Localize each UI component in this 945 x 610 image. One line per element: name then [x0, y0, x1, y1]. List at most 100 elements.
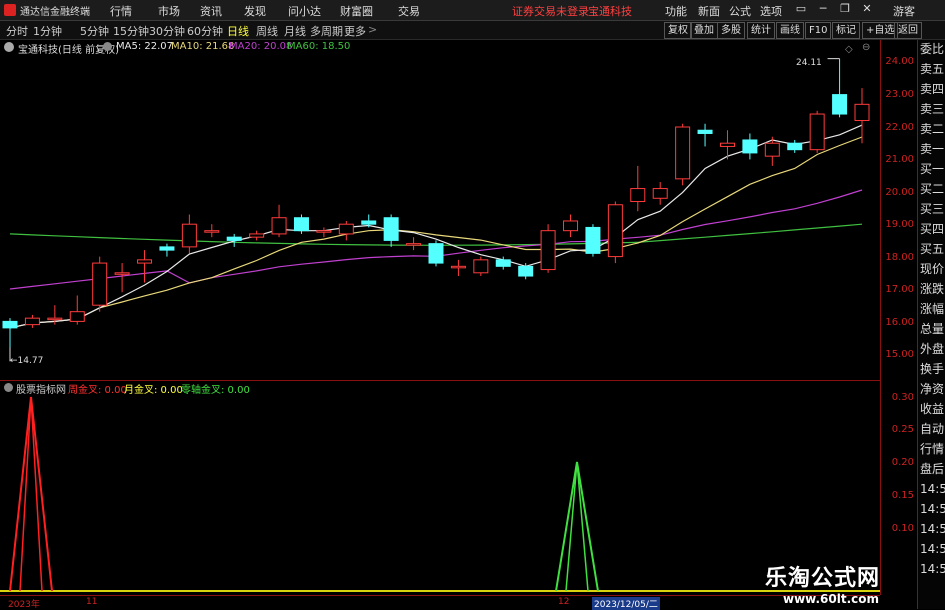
weekly-cross-spike-inner — [19, 396, 43, 592]
sidebar-item: 委比 — [920, 42, 945, 56]
menu-wealth[interactable]: 财富圈 — [340, 3, 373, 19]
close-icon[interactable]: ✕ — [859, 1, 875, 17]
menu-options[interactable]: 选项 — [760, 3, 782, 19]
ind-ytick: 0.30 — [891, 392, 914, 403]
restore-icon[interactable]: ❐ — [837, 1, 853, 17]
ind-ytick: 0.15 — [891, 490, 914, 501]
chevron-right-icon[interactable]: > — [368, 23, 377, 36]
period-multi[interactable]: 多周期 — [310, 23, 343, 39]
tool-back[interactable]: 返回 — [894, 22, 922, 39]
tool-mark[interactable]: 标记 — [832, 22, 860, 39]
period-15min[interactable]: 15分钟 — [113, 23, 149, 39]
tool-overlay[interactable]: 叠加 — [690, 22, 718, 39]
sidebar-item: 收益 — [920, 402, 945, 416]
sidebar-item: 卖五 — [920, 62, 945, 76]
period-more[interactable]: 更多 — [344, 23, 366, 39]
xlabel-year: 2023年 — [8, 600, 40, 610]
sidebar-item: 行情 — [920, 442, 945, 456]
ind-ytick: 0.10 — [891, 523, 914, 534]
menu-market[interactable]: 市场 — [158, 3, 180, 19]
candle-body — [675, 126, 691, 180]
candle-body — [630, 188, 646, 203]
tool-f10[interactable]: F10 — [805, 22, 832, 39]
guest-label[interactable]: 游客 — [893, 3, 915, 19]
period-60min[interactable]: 60分钟 — [187, 23, 223, 39]
indicator-panel[interactable]: 股票指标网 周金叉: 0.00 月金叉: 0.00 零轴金叉: 0.00 — [0, 381, 880, 594]
kline-chart — [2, 58, 870, 362]
xlabel-nov: 11 — [86, 597, 98, 607]
candle-body — [24, 317, 40, 326]
tool-add-watch[interactable]: +自选 — [862, 22, 899, 39]
tool-multi-stock[interactable]: 多股 — [717, 22, 745, 39]
sidebar-item: 涨幅 — [920, 302, 945, 316]
weekly-cross-spike-outer — [9, 396, 53, 592]
ytick: 22.00 — [885, 122, 914, 133]
sidebar-item: 14:5 — [920, 522, 945, 536]
period-intraday[interactable]: 分时 — [6, 23, 28, 39]
menu-trade[interactable]: 交易 — [398, 3, 420, 19]
sidebar-item: 换手 — [920, 362, 945, 376]
candle-body — [652, 188, 668, 199]
ytick: 20.00 — [885, 187, 914, 198]
candle-body — [406, 243, 422, 246]
candle-body — [607, 204, 623, 258]
menu-formula[interactable]: 公式 — [729, 3, 751, 19]
candle-body — [563, 220, 579, 232]
tool-draw[interactable]: 画线 — [776, 22, 804, 39]
ytick: 15.00 — [885, 349, 914, 360]
stock-notice: 宝通科技 — [588, 5, 632, 18]
candle-body — [787, 142, 803, 151]
window-icon[interactable]: ▭ — [793, 1, 809, 17]
minimize-icon[interactable]: ─ — [815, 1, 831, 17]
ytick: 17.00 — [885, 284, 914, 295]
menu-news[interactable]: 资讯 — [200, 3, 222, 19]
title-bar: 通达信金融终端 行情 市场 资讯 发现 问小达 财富圈 交易 证券交易未登录 宝… — [0, 0, 945, 21]
ytick: 16.00 — [885, 317, 914, 328]
candle-body — [742, 139, 758, 154]
candle-body — [293, 217, 309, 232]
sidebar-item: 14:5 — [920, 562, 945, 576]
period-monthly[interactable]: 月线 — [284, 23, 306, 39]
low-price-value: 14.77 — [17, 356, 44, 366]
watermark-url: www.60lt.com — [783, 592, 880, 606]
ytick: 21.00 — [885, 154, 914, 165]
tool-stats[interactable]: 统计 — [747, 22, 775, 39]
period-weekly[interactable]: 周线 — [256, 23, 278, 39]
menu-quotes[interactable]: 行情 — [110, 3, 132, 19]
ind-ytick: 0.20 — [891, 457, 914, 468]
login-notice[interactable]: 证券交易未登录 — [512, 3, 589, 19]
ytick: 23.00 — [885, 89, 914, 100]
candle-body — [473, 259, 489, 274]
candle-body — [249, 233, 265, 238]
period-daily[interactable]: 日线 — [227, 23, 249, 39]
sidebar-item: 涨跌 — [920, 282, 945, 296]
low-price-note: ←14.77 — [10, 356, 44, 366]
sidebar-item: 14:5 — [920, 542, 945, 556]
watermark-title: 乐淘公式网 — [765, 566, 881, 591]
candle-body — [2, 320, 18, 329]
tool-adjust[interactable]: 复权 — [664, 22, 692, 39]
sidebar-item: 盘后 — [920, 462, 945, 476]
candle-body — [181, 223, 197, 248]
sidebar-item: 卖一 — [920, 142, 945, 156]
ind-ytick: 0.25 — [891, 424, 914, 435]
period-1min[interactable]: 1分钟 — [33, 23, 62, 39]
candle-body — [69, 311, 85, 322]
kline-panel[interactable]: 宝通科技(日线 前复权) MA5: 22.07 MA10: 21.68 MA20… — [0, 40, 880, 381]
menu-function[interactable]: 功能 — [665, 3, 687, 19]
candle-body — [450, 265, 466, 269]
zero-cross-spike-inner — [565, 461, 589, 592]
menu-discover[interactable]: 发现 — [244, 3, 266, 19]
menu-new-page[interactable]: 新面 — [698, 3, 720, 19]
sidebar-item: 净资 — [920, 382, 945, 396]
period-30min[interactable]: 30分钟 — [149, 23, 185, 39]
sidebar-item: 买五 — [920, 242, 945, 256]
sidebar-item: 卖四 — [920, 82, 945, 96]
period-5min[interactable]: 5分钟 — [80, 23, 109, 39]
candle-body — [719, 142, 735, 147]
ytick: 19.00 — [885, 219, 914, 230]
candle-body — [226, 236, 242, 241]
menu-ask[interactable]: 问小达 — [288, 3, 321, 19]
candle-body — [495, 259, 511, 267]
ytick: 24.00 — [885, 56, 914, 67]
